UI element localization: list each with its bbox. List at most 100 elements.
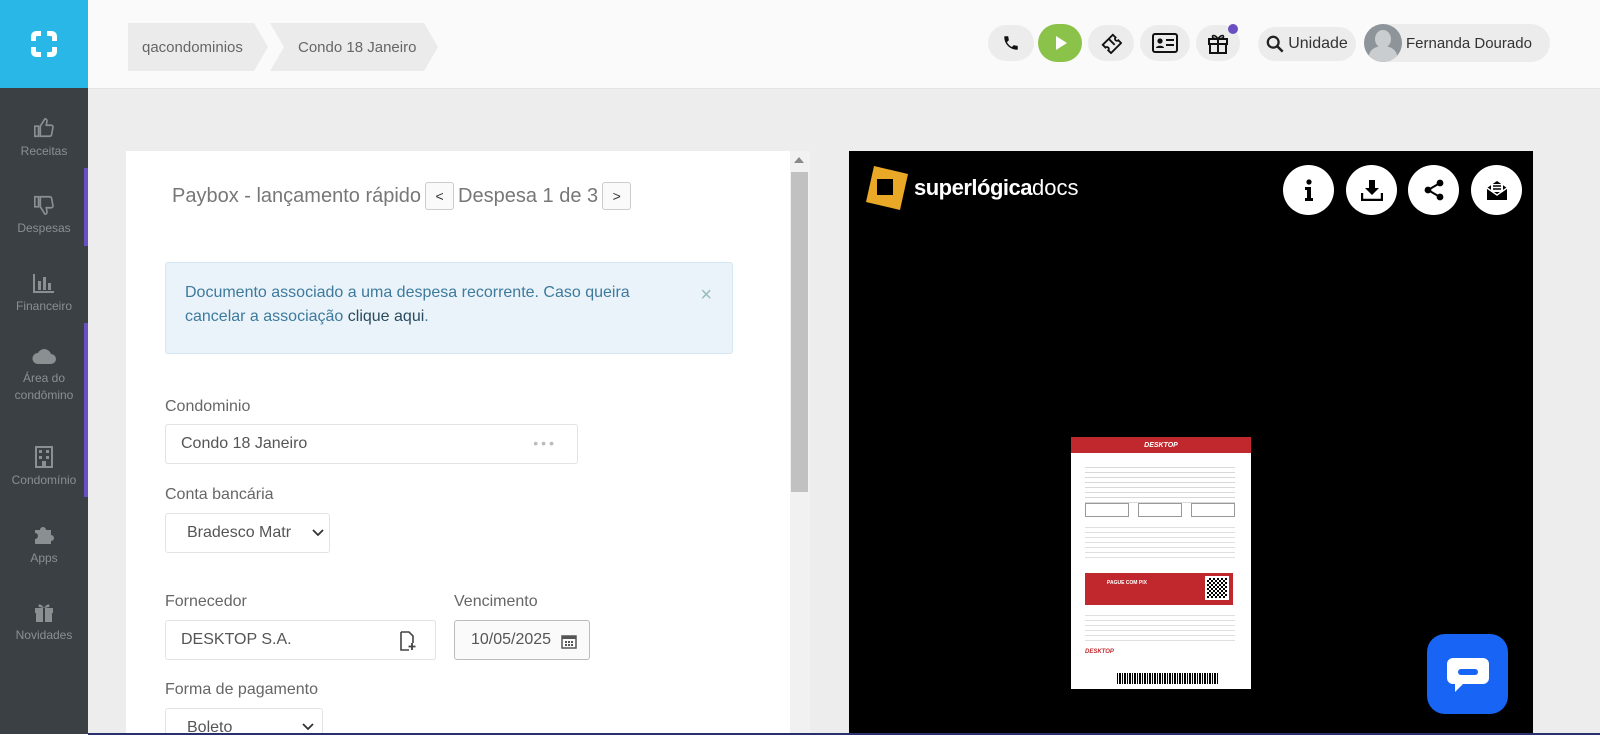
sidebar-item-label: Novidades: [15, 627, 73, 642]
close-icon[interactable]: ×: [700, 283, 712, 307]
add-file-icon[interactable]: [399, 631, 417, 651]
notification-dot: [1228, 24, 1238, 34]
phone-button[interactable]: [988, 25, 1034, 61]
qr-code-icon: [1205, 576, 1229, 600]
share-button[interactable]: [1408, 165, 1459, 215]
sidebar-item-label: Apps: [30, 550, 58, 565]
brand-name: superlógica: [914, 175, 1032, 200]
sidebar-item-label: Receitas: [20, 143, 68, 158]
thumbs-up-icon: [34, 117, 54, 137]
unit-label: Unidade: [1288, 35, 1348, 52]
user-name: Fernanda Dourado: [1406, 34, 1532, 52]
sidebar-item-despesas[interactable]: Despesas: [0, 178, 88, 252]
chevron-down-icon: [312, 529, 324, 537]
doc-boxes: [1085, 503, 1235, 517]
play-button[interactable]: [1038, 24, 1082, 62]
boleto-document-preview[interactable]: DESKTOP PAGUE COM PIX DESKTOP: [1071, 437, 1251, 689]
condominio-field[interactable]: Condo 18 Janeiro •••: [165, 424, 578, 464]
forma-pagamento-label: Forma de pagamento: [165, 681, 318, 698]
scroll-up-arrow[interactable]: [794, 157, 804, 163]
barcode: [1117, 673, 1219, 684]
sidebar-item-condominio[interactable]: Condomínio: [0, 430, 88, 504]
next-expense-button[interactable]: >: [602, 182, 632, 210]
app-logo[interactable]: [0, 0, 88, 88]
id-card-icon: [1152, 33, 1178, 53]
phone-icon: [1004, 36, 1018, 50]
bottom-strip: [0, 734, 1600, 751]
alert-end: .: [424, 308, 429, 325]
info-button[interactable]: [1283, 165, 1334, 215]
building-icon: [35, 445, 53, 468]
conta-bancaria-value: Bradesco Matr: [187, 524, 292, 541]
chat-button[interactable]: [1427, 634, 1508, 714]
thumbs-down-icon: [34, 195, 54, 215]
superlogica-logo-icon: [866, 166, 908, 210]
sidebar-item-label: Área do condômino: [14, 371, 74, 402]
conta-bancaria-label: Conta bancária: [165, 486, 274, 503]
doc-brand: DESKTOP: [1144, 441, 1178, 449]
contact-card-button[interactable]: [1140, 25, 1190, 61]
gift-icon: [35, 604, 53, 622]
cancel-association-link[interactable]: clique aqui: [348, 308, 425, 325]
chat-icon: [1446, 658, 1489, 692]
user-menu[interactable]: Fernanda Dourado: [1364, 24, 1550, 62]
sidebar-item-apps[interactable]: Apps: [0, 508, 88, 582]
doc-body-lines: [1085, 463, 1235, 503]
top-bar: qacondominios Condo 18 Janeiro Unidade F…: [88, 0, 1600, 89]
gift-button[interactable]: [1196, 24, 1240, 61]
condominio-value: Condo 18 Janeiro: [181, 435, 308, 452]
doc-header: DESKTOP: [1071, 437, 1251, 453]
pix-banner-text: PAGUE COM PIX: [1107, 580, 1147, 586]
sidebar: Receitas Despesas Financeiro Área do con…: [0, 0, 88, 751]
gift-icon: [1208, 34, 1228, 54]
sidebar-item-financeiro[interactable]: Financeiro: [0, 256, 88, 330]
brand-suffix: docs: [1031, 175, 1079, 200]
download-icon: [1360, 180, 1383, 201]
info-icon: [1304, 179, 1313, 201]
email-button[interactable]: [1471, 165, 1522, 215]
vencimento-label: Vencimento: [454, 593, 538, 610]
logo-icon: [31, 31, 57, 57]
vencimento-value: 10/05/2025: [471, 631, 552, 648]
prev-expense-button[interactable]: <: [425, 182, 455, 210]
chevron-down-icon: [302, 723, 314, 731]
breadcrumb-label: qacondominios: [142, 38, 243, 56]
breadcrumb-label: Condo 18 Janeiro: [298, 38, 417, 56]
viewer-brand: superlógica docs: [862, 165, 1078, 211]
ticket-button[interactable]: [1088, 25, 1134, 61]
page-title-text: Paybox - lançamento rápido: [172, 184, 422, 207]
sidebar-item-novidades[interactable]: Novidades: [0, 585, 88, 659]
sidebar-item-label: Condomínio: [11, 472, 77, 487]
calendar-icon[interactable]: [561, 633, 577, 649]
doc-footer-brand: DESKTOP: [1085, 649, 1114, 655]
fornecedor-label: Fornecedor: [165, 593, 247, 610]
bottom-border: [88, 733, 1600, 735]
fornecedor-field[interactable]: DESKTOP S.A.: [165, 620, 436, 660]
envelope-open-icon: [1486, 181, 1507, 200]
doc-pix-banner: PAGUE COM PIX: [1085, 573, 1233, 605]
download-button[interactable]: [1346, 165, 1397, 215]
unit-search-button[interactable]: Unidade: [1258, 27, 1356, 61]
ticket-icon: [1101, 33, 1122, 54]
breadcrumb-item-condo[interactable]: Condo 18 Janeiro: [270, 23, 438, 71]
recurring-alert: Documento associado a uma despesa recorr…: [165, 262, 733, 354]
condominio-label: Condominio: [165, 398, 251, 415]
breadcrumb-item-org[interactable]: qacondominios: [128, 23, 268, 71]
more-options-icon[interactable]: •••: [533, 435, 557, 451]
play-icon: [1056, 36, 1067, 50]
doc-body-lines-2: [1085, 523, 1235, 559]
vencimento-date-input[interactable]: 10/05/2025: [454, 620, 590, 660]
avatar: [1364, 24, 1402, 62]
fornecedor-value: DESKTOP S.A.: [181, 631, 292, 648]
expense-pager-text: Despesa 1 de 3: [458, 184, 599, 207]
puzzle-icon: [35, 526, 54, 544]
sidebar-active-indicator: [84, 168, 88, 246]
cloud-icon: [32, 349, 56, 364]
sidebar-item-area-condomino[interactable]: Área do condômino: [0, 330, 88, 420]
page-title: Paybox - lançamento rápido < Despesa 1 d…: [172, 182, 635, 210]
conta-bancaria-select[interactable]: Bradesco Matr: [165, 513, 330, 553]
share-icon: [1424, 179, 1443, 201]
bar-chart-icon: [33, 273, 54, 293]
form-scrollbar-thumb[interactable]: [791, 172, 808, 492]
sidebar-item-receitas[interactable]: Receitas: [0, 101, 88, 175]
